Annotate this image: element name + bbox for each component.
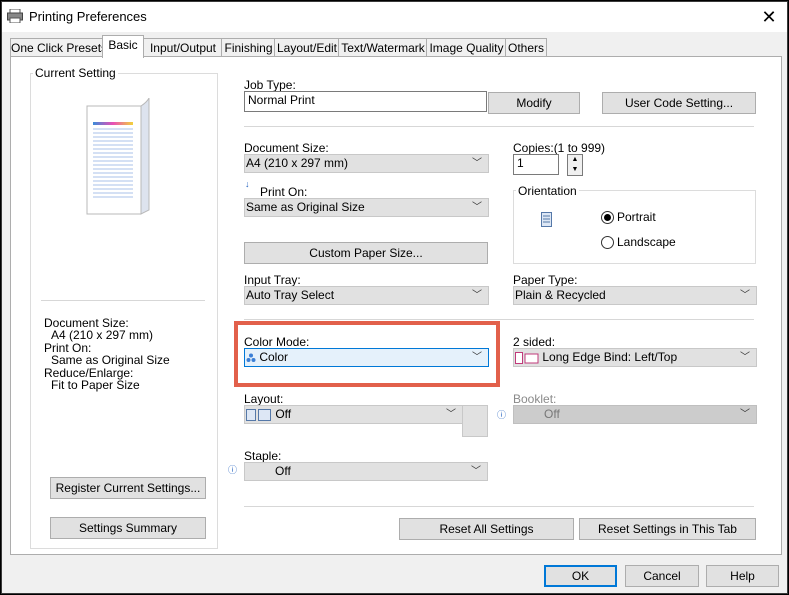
copies-spinner[interactable]: ▲ ▼ <box>567 154 583 176</box>
job-type-label: Job Type: <box>244 78 296 92</box>
tab-label: One Click Presets <box>11 41 108 55</box>
staple-dropdown[interactable]: Off ﹀ <box>244 462 488 481</box>
tab-image-quality[interactable]: Image Quality <box>426 38 507 58</box>
register-current-settings-button[interactable]: Register Current Settings... <box>50 477 206 499</box>
help-button[interactable]: Help <box>706 565 779 587</box>
tab-label: Others <box>507 41 544 55</box>
booklet-dropdown[interactable]: Off ﹀ <box>513 405 757 424</box>
arrow-down-icon: ↓ <box>245 179 250 189</box>
copies-label: Copies:(1 to 999) <box>513 141 606 155</box>
document-size-dropdown[interactable]: A4 (210 x 297 mm) ﹀ <box>244 154 489 173</box>
layout-pages-icon <box>246 408 271 421</box>
chevron-down-icon: ﹀ <box>472 290 482 301</box>
paper-type-label: Paper Type: <box>513 273 578 287</box>
summary-doc-size-value: A4 (210 x 297 mm) <box>51 328 154 342</box>
separator-middle <box>244 319 754 320</box>
input-tray-dropdown[interactable]: Auto Tray Select ﹀ <box>244 286 489 305</box>
job-type-field[interactable]: Normal Print <box>244 91 487 112</box>
chevron-down-icon: ﹀ <box>740 290 750 301</box>
layout-value: Off <box>275 407 292 421</box>
cancel-button[interactable]: Cancel <box>625 565 699 587</box>
tab-one-click-presets[interactable]: One Click Presets <box>10 38 108 58</box>
document-size-label: Document Size: <box>244 141 329 155</box>
current-setting-title: Current Setting <box>33 66 118 80</box>
landscape-radio[interactable] <box>601 236 614 249</box>
layout-dropdown[interactable]: Off ﹀ <box>244 405 463 424</box>
two-sided-value: Long Edge Bind: Left/Top <box>542 350 678 364</box>
tab-layout-edit[interactable]: Layout/Edit <box>274 38 340 58</box>
tab-text-watermark[interactable]: Text/Watermark <box>338 38 428 58</box>
window-title: Printing Preferences <box>29 9 147 24</box>
layout-detail-button[interactable] <box>462 405 488 437</box>
document-size-value: A4 (210 x 297 mm) <box>246 156 349 170</box>
landscape-label[interactable]: Landscape <box>617 235 676 249</box>
portrait-radio[interactable] <box>601 211 614 224</box>
info-icon: ⓘ <box>228 465 238 475</box>
page-preview-image <box>86 98 150 215</box>
paper-type-value: Plain & Recycled <box>515 288 606 302</box>
tab-label: Image Quality <box>429 41 504 55</box>
input-tray-label: Input Tray: <box>244 273 301 287</box>
separator-top <box>244 126 754 127</box>
printing-preferences-window: Printing Preferences ✕ One Click Presets… <box>1 1 788 594</box>
duplex-icon <box>515 351 539 364</box>
chevron-down-icon: ﹀ <box>472 202 482 213</box>
user-code-setting-button[interactable]: User Code Setting... <box>602 92 756 114</box>
reset-all-settings-button[interactable]: Reset All Settings <box>399 518 574 540</box>
staple-label: Staple: <box>244 449 282 463</box>
copies-field[interactable]: 1 <box>513 154 559 175</box>
spin-down-icon[interactable]: ▼ <box>568 165 582 175</box>
portrait-page-icon <box>541 212 552 227</box>
printer-icon <box>7 9 23 23</box>
tab-label: Text/Watermark <box>341 41 425 55</box>
custom-paper-size-button[interactable]: Custom Paper Size... <box>244 242 488 264</box>
print-on-label: Print On: <box>260 185 308 199</box>
print-on-dropdown[interactable]: Same as Original Size ﹀ <box>244 198 489 217</box>
settings-summary-button[interactable]: Settings Summary <box>50 517 206 539</box>
reset-settings-in-tab-button[interactable]: Reset Settings in This Tab <box>579 518 756 540</box>
chevron-down-icon: ﹀ <box>740 409 750 420</box>
tab-label: Layout/Edit <box>276 41 338 55</box>
booklet-label: Booklet: <box>513 392 557 406</box>
spin-up-icon[interactable]: ▲ <box>568 155 582 165</box>
booklet-value: Off <box>544 407 560 421</box>
modify-button[interactable]: Modify <box>488 92 580 114</box>
ok-button[interactable]: OK <box>544 565 617 587</box>
paper-type-dropdown[interactable]: Plain & Recycled ﹀ <box>513 286 757 305</box>
close-icon[interactable]: ✕ <box>754 4 784 30</box>
two-sided-label: 2 sided: <box>513 335 556 349</box>
tab-input-output[interactable]: Input/Output <box>143 38 223 58</box>
tab-label: Basic <box>108 38 138 52</box>
print-on-value: Same as Original Size <box>246 200 365 214</box>
tab-label: Input/Output <box>149 41 217 55</box>
chevron-down-icon: ﹀ <box>472 158 482 169</box>
tab-finishing[interactable]: Finishing <box>221 38 276 58</box>
summary-print-on-value: Same as Original Size <box>51 353 170 367</box>
tab-others[interactable]: Others <box>505 38 547 58</box>
color-mode-highlight <box>234 321 500 387</box>
summary-reduce-value: Fit to Paper Size <box>51 378 140 392</box>
title-bar: Printing Preferences ✕ <box>2 2 787 32</box>
separator-bottom <box>244 506 754 507</box>
chevron-down-icon: ﹀ <box>471 466 481 477</box>
layout-label: Layout: <box>244 392 284 406</box>
info-icon: ⓘ <box>497 410 507 420</box>
orientation-label: Orientation <box>516 184 579 198</box>
input-tray-value: Auto Tray Select <box>246 288 335 302</box>
tab-basic[interactable]: Basic <box>102 35 144 58</box>
two-sided-dropdown[interactable]: Long Edge Bind: Left/Top ﹀ <box>513 348 757 367</box>
staple-value: Off <box>275 464 291 478</box>
tab-label: Finishing <box>224 41 273 55</box>
portrait-label[interactable]: Portrait <box>617 210 656 224</box>
chevron-down-icon: ﹀ <box>740 352 750 363</box>
chevron-down-icon: ﹀ <box>446 409 456 420</box>
basic-tab-panel: Current Setting Document Size: A4 (210 x… <box>10 56 782 555</box>
left-separator <box>41 300 205 301</box>
